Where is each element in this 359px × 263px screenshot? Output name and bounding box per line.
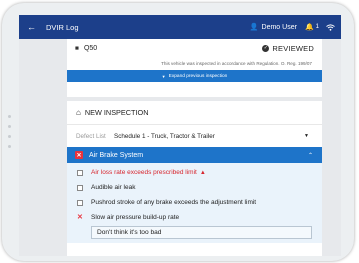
defect-items-list: Air loss rate exceeds prescribed limit ▲…: [67, 163, 322, 243]
user-icon: 👤: [249, 24, 259, 31]
garage-icon: ⌂: [76, 108, 81, 117]
tablet-side-dots: [8, 115, 12, 149]
expand-label: Expand previous inspection: [168, 73, 228, 79]
defect-comment-field[interactable]: Don't think it's too bad: [91, 226, 312, 239]
defect-item-label: Air loss rate exceeds prescribed limit: [91, 169, 197, 176]
system-header-air-brake[interactable]: ✕ Air Brake System ⌃: [67, 147, 322, 163]
notification-count: 1: [315, 24, 319, 30]
defect-item-air-loss[interactable]: Air loss rate exceeds prescribed limit ▲: [67, 165, 322, 180]
defect-list-value: Schedule 1 - Truck, Tractor & Trailer: [114, 132, 215, 140]
caret-down-icon: ▼: [161, 73, 166, 79]
checkbox[interactable]: [77, 184, 83, 191]
user-name: Demo User: [261, 23, 297, 31]
checkbox[interactable]: [77, 199, 83, 206]
expand-previous-button[interactable]: ▼ Expand previous inspection: [67, 70, 322, 82]
defect-item-slow-buildup[interactable]: ✕ Slow air pressure build-up rate: [67, 210, 322, 225]
unit-number: Q50: [83, 44, 98, 52]
truck-icon: ■: [75, 44, 79, 52]
wifi-icon: [326, 23, 335, 31]
inspection-card: ⌂ NEW INSPECTION Defect List Schedule 1 …: [67, 101, 322, 256]
warning-triangle-icon: ▲: [199, 169, 206, 176]
back-arrow-icon[interactable]: ←: [27, 22, 36, 32]
regulation-note: This vehicle was inspected in accordance…: [161, 61, 312, 66]
defect-item-label: Slow air pressure build-up rate: [91, 214, 180, 221]
page-title: DVIR Log: [46, 22, 79, 32]
tablet-frame: ← DVIR Log 👤 Demo User 🔔 1 ■ Q50 ✓ REVIE…: [2, 3, 354, 261]
dropdown-caret-icon: ▼: [304, 133, 309, 139]
chevron-up-icon[interactable]: ⌃: [308, 152, 313, 159]
checkbox[interactable]: [77, 169, 83, 176]
status-badge: REVIEWED: [272, 43, 314, 53]
defect-list-select[interactable]: Defect List Schedule 1 - Truck, Tractor …: [67, 125, 322, 147]
defect-x-icon[interactable]: ✕: [77, 214, 83, 221]
defect-item-pushrod-stroke[interactable]: Pushrod stroke of any brake exceeds the …: [67, 195, 322, 210]
comment-text: Don't think it's too bad: [97, 229, 162, 236]
app-screen: ← DVIR Log 👤 Demo User 🔔 1 ■ Q50 ✓ REVIE…: [19, 15, 341, 256]
system-name: Air Brake System: [89, 151, 144, 159]
vehicle-card: ■ Q50 ✓ REVIEWED This vehicle was inspec…: [67, 39, 322, 97]
defect-x-icon: ✕: [75, 151, 83, 159]
vehicle-header: ■ Q50 ✓ REVIEWED: [67, 39, 322, 57]
user-menu[interactable]: 👤 Demo User: [249, 23, 297, 32]
check-circle-icon: ✓: [262, 44, 270, 52]
bell-icon[interactable]: 🔔: [305, 23, 314, 31]
inspection-header: ⌂ NEW INSPECTION: [67, 101, 322, 125]
inspection-title: NEW INSPECTION: [84, 108, 149, 117]
defect-item-label: Audible air leak: [91, 184, 136, 191]
defect-item-label: Pushrod stroke of any brake exceeds the …: [91, 199, 257, 206]
top-bar: ← DVIR Log 👤 Demo User 🔔 1: [19, 15, 341, 39]
defect-list-label: Defect List: [76, 132, 106, 140]
defect-item-audible-leak[interactable]: Audible air leak: [67, 180, 322, 195]
